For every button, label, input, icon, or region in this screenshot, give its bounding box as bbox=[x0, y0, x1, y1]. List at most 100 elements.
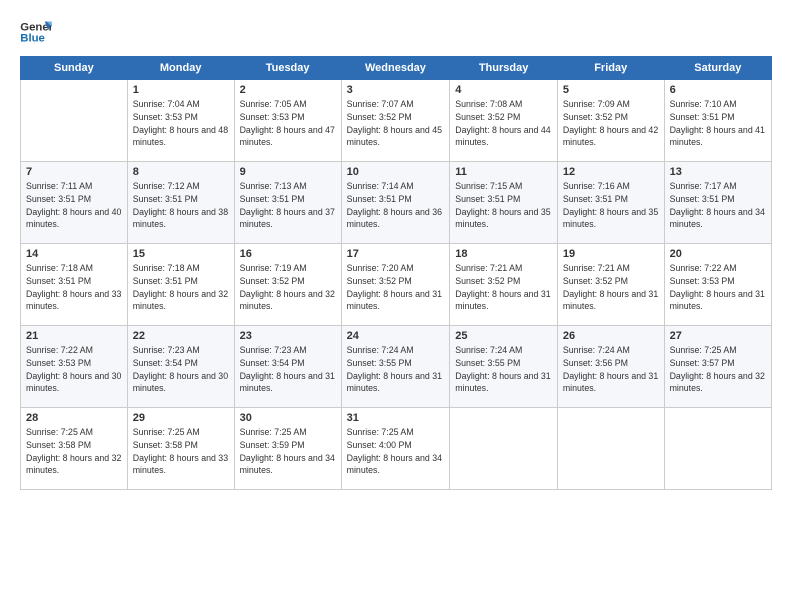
calendar-table: SundayMondayTuesdayWednesdayThursdayFrid… bbox=[20, 56, 772, 490]
day-info: Sunrise: 7:21 AM Sunset: 3:52 PM Dayligh… bbox=[455, 262, 552, 313]
day-cell: 1 Sunrise: 7:04 AM Sunset: 3:53 PM Daylig… bbox=[127, 80, 234, 162]
day-cell: 23Sunrise: 7:23 AM Sunset: 3:54 PM Dayli… bbox=[234, 326, 341, 408]
week-row-5: 28 Sunrise: 7:25 AM Sunset: 3:58 PM Dayli… bbox=[21, 408, 772, 490]
day-cell bbox=[557, 408, 664, 490]
day-cell: 26 Sunrise: 7:24 AM Sunset: 3:56 PM Dayli… bbox=[557, 326, 664, 408]
day-number: 29 bbox=[133, 412, 229, 424]
day-info: Sunrise: 7:24 AM Sunset: 3:56 PM Dayligh… bbox=[563, 344, 659, 395]
day-cell: 14 Sunrise: 7:18 AM Sunset: 3:51 PM Dayli… bbox=[21, 244, 128, 326]
logo: General Blue bbox=[20, 18, 52, 46]
day-number: 4 bbox=[455, 84, 552, 96]
day-cell: 30 Sunrise: 7:25 AM Sunset: 3:59 PM Dayli… bbox=[234, 408, 341, 490]
day-number: 24 bbox=[347, 330, 445, 342]
day-info: Sunrise: 7:18 AM Sunset: 3:51 PM Dayligh… bbox=[26, 262, 122, 313]
day-info: Sunrise: 7:24 AM Sunset: 3:55 PM Dayligh… bbox=[347, 344, 445, 395]
col-header-monday: Monday bbox=[127, 57, 234, 80]
day-cell: 6Sunrise: 7:10 AM Sunset: 3:51 PM Daylig… bbox=[664, 80, 771, 162]
day-info: Sunrise: 7:25 AM Sunset: 3:58 PM Dayligh… bbox=[26, 426, 122, 477]
day-info: Sunrise: 7:23 AM Sunset: 3:54 PM Dayligh… bbox=[133, 344, 229, 395]
day-number: 14 bbox=[26, 248, 122, 260]
day-info: Sunrise: 7:12 AM Sunset: 3:51 PM Dayligh… bbox=[133, 180, 229, 231]
day-info: Sunrise: 7:25 AM Sunset: 4:00 PM Dayligh… bbox=[347, 426, 445, 477]
day-cell: 20Sunrise: 7:22 AM Sunset: 3:53 PM Dayli… bbox=[664, 244, 771, 326]
day-info: Sunrise: 7:09 AM Sunset: 3:52 PM Dayligh… bbox=[563, 98, 659, 149]
day-cell: 11Sunrise: 7:15 AM Sunset: 3:51 PM Dayli… bbox=[450, 162, 558, 244]
day-number: 2 bbox=[240, 84, 336, 96]
day-cell: 28 Sunrise: 7:25 AM Sunset: 3:58 PM Dayli… bbox=[21, 408, 128, 490]
day-info: Sunrise: 7:11 AM Sunset: 3:51 PM Dayligh… bbox=[26, 180, 122, 231]
day-cell: 9 Sunrise: 7:13 AM Sunset: 3:51 PM Daylig… bbox=[234, 162, 341, 244]
week-row-3: 14 Sunrise: 7:18 AM Sunset: 3:51 PM Dayli… bbox=[21, 244, 772, 326]
day-cell bbox=[21, 80, 128, 162]
day-info: Sunrise: 7:08 AM Sunset: 3:52 PM Dayligh… bbox=[455, 98, 552, 149]
day-cell: 5 Sunrise: 7:09 AM Sunset: 3:52 PM Daylig… bbox=[557, 80, 664, 162]
day-cell: 8 Sunrise: 7:12 AM Sunset: 3:51 PM Daylig… bbox=[127, 162, 234, 244]
col-header-saturday: Saturday bbox=[664, 57, 771, 80]
col-header-tuesday: Tuesday bbox=[234, 57, 341, 80]
day-cell: 3 Sunrise: 7:07 AM Sunset: 3:52 PM Daylig… bbox=[341, 80, 450, 162]
day-number: 13 bbox=[670, 166, 766, 178]
day-info: Sunrise: 7:25 AM Sunset: 3:57 PM Dayligh… bbox=[670, 344, 766, 395]
day-cell: 18Sunrise: 7:21 AM Sunset: 3:52 PM Dayli… bbox=[450, 244, 558, 326]
day-cell: 19 Sunrise: 7:21 AM Sunset: 3:52 PM Dayli… bbox=[557, 244, 664, 326]
day-cell: 16 Sunrise: 7:19 AM Sunset: 3:52 PM Dayli… bbox=[234, 244, 341, 326]
day-info: Sunrise: 7:18 AM Sunset: 3:51 PM Dayligh… bbox=[133, 262, 229, 313]
col-header-friday: Friday bbox=[557, 57, 664, 80]
day-info: Sunrise: 7:22 AM Sunset: 3:53 PM Dayligh… bbox=[670, 262, 766, 313]
week-row-2: 7 Sunrise: 7:11 AM Sunset: 3:51 PM Daylig… bbox=[21, 162, 772, 244]
day-info: Sunrise: 7:13 AM Sunset: 3:51 PM Dayligh… bbox=[240, 180, 336, 231]
day-number: 3 bbox=[347, 84, 445, 96]
svg-text:Blue: Blue bbox=[20, 33, 45, 45]
day-cell: 2 Sunrise: 7:05 AM Sunset: 3:53 PM Daylig… bbox=[234, 80, 341, 162]
day-number: 22 bbox=[133, 330, 229, 342]
logo-icon: General Blue bbox=[20, 18, 52, 46]
day-cell: 24 Sunrise: 7:24 AM Sunset: 3:55 PM Dayli… bbox=[341, 326, 450, 408]
day-cell: 4 Sunrise: 7:08 AM Sunset: 3:52 PM Daylig… bbox=[450, 80, 558, 162]
day-cell bbox=[664, 408, 771, 490]
day-number: 8 bbox=[133, 166, 229, 178]
col-header-sunday: Sunday bbox=[21, 57, 128, 80]
day-info: Sunrise: 7:25 AM Sunset: 3:59 PM Dayligh… bbox=[240, 426, 336, 477]
day-number: 7 bbox=[26, 166, 122, 178]
day-number: 1 bbox=[133, 84, 229, 96]
col-header-thursday: Thursday bbox=[450, 57, 558, 80]
header: General Blue bbox=[20, 18, 772, 46]
day-cell: 7 Sunrise: 7:11 AM Sunset: 3:51 PM Daylig… bbox=[21, 162, 128, 244]
day-info: Sunrise: 7:24 AM Sunset: 3:55 PM Dayligh… bbox=[455, 344, 552, 395]
day-number: 25 bbox=[455, 330, 552, 342]
day-number: 11 bbox=[455, 166, 552, 178]
day-cell: 17Sunrise: 7:20 AM Sunset: 3:52 PM Dayli… bbox=[341, 244, 450, 326]
day-cell: 12Sunrise: 7:16 AM Sunset: 3:51 PM Dayli… bbox=[557, 162, 664, 244]
day-cell: 27Sunrise: 7:25 AM Sunset: 3:57 PM Dayli… bbox=[664, 326, 771, 408]
day-info: Sunrise: 7:25 AM Sunset: 3:58 PM Dayligh… bbox=[133, 426, 229, 477]
day-info: Sunrise: 7:14 AM Sunset: 3:51 PM Dayligh… bbox=[347, 180, 445, 231]
day-cell bbox=[450, 408, 558, 490]
day-info: Sunrise: 7:05 AM Sunset: 3:53 PM Dayligh… bbox=[240, 98, 336, 149]
day-cell: 22 Sunrise: 7:23 AM Sunset: 3:54 PM Dayli… bbox=[127, 326, 234, 408]
day-number: 5 bbox=[563, 84, 659, 96]
day-info: Sunrise: 7:22 AM Sunset: 3:53 PM Dayligh… bbox=[26, 344, 122, 395]
day-info: Sunrise: 7:04 AM Sunset: 3:53 PM Dayligh… bbox=[133, 98, 229, 149]
col-header-wednesday: Wednesday bbox=[341, 57, 450, 80]
week-row-4: 21 Sunrise: 7:22 AM Sunset: 3:53 PM Dayli… bbox=[21, 326, 772, 408]
day-info: Sunrise: 7:19 AM Sunset: 3:52 PM Dayligh… bbox=[240, 262, 336, 313]
day-number: 23 bbox=[240, 330, 336, 342]
day-cell: 21 Sunrise: 7:22 AM Sunset: 3:53 PM Dayli… bbox=[21, 326, 128, 408]
day-number: 12 bbox=[563, 166, 659, 178]
day-info: Sunrise: 7:17 AM Sunset: 3:51 PM Dayligh… bbox=[670, 180, 766, 231]
day-cell: 10Sunrise: 7:14 AM Sunset: 3:51 PM Dayli… bbox=[341, 162, 450, 244]
day-cell: 25 Sunrise: 7:24 AM Sunset: 3:55 PM Dayli… bbox=[450, 326, 558, 408]
day-number: 9 bbox=[240, 166, 336, 178]
day-info: Sunrise: 7:07 AM Sunset: 3:52 PM Dayligh… bbox=[347, 98, 445, 149]
day-number: 16 bbox=[240, 248, 336, 260]
day-number: 19 bbox=[563, 248, 659, 260]
day-number: 15 bbox=[133, 248, 229, 260]
day-number: 31 bbox=[347, 412, 445, 424]
day-number: 30 bbox=[240, 412, 336, 424]
day-cell: 29 Sunrise: 7:25 AM Sunset: 3:58 PM Dayli… bbox=[127, 408, 234, 490]
day-number: 28 bbox=[26, 412, 122, 424]
day-number: 26 bbox=[563, 330, 659, 342]
day-number: 21 bbox=[26, 330, 122, 342]
day-number: 6 bbox=[670, 84, 766, 96]
day-info: Sunrise: 7:21 AM Sunset: 3:52 PM Dayligh… bbox=[563, 262, 659, 313]
